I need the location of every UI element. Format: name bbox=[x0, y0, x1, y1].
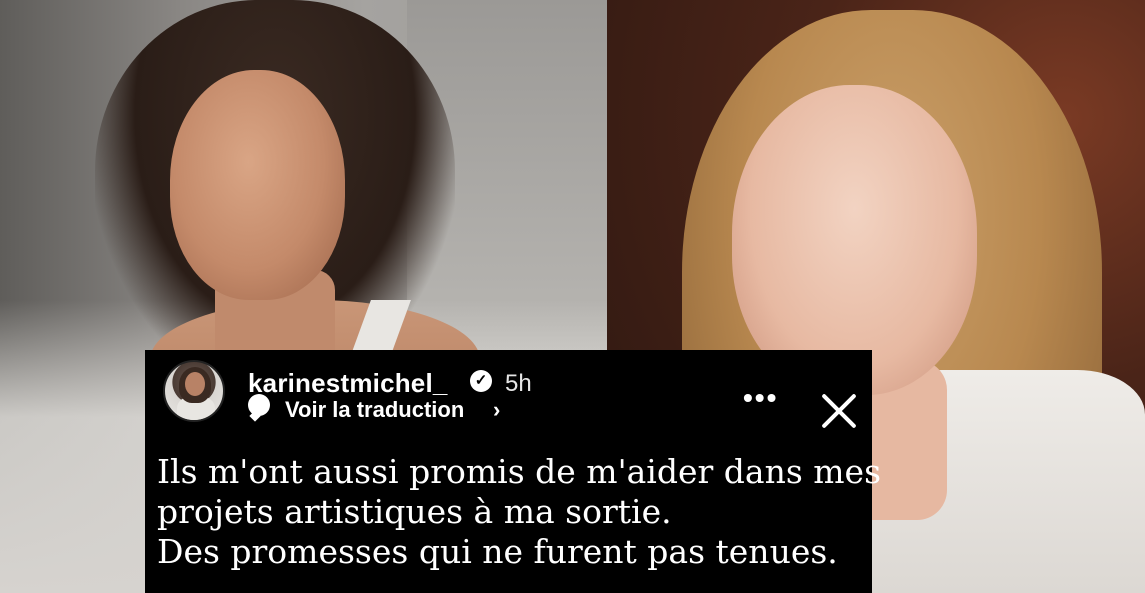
translate-bubble-icon[interactable] bbox=[248, 394, 270, 416]
translate-link[interactable]: Voir la traduction bbox=[285, 397, 464, 423]
more-options-button[interactable]: ••• bbox=[743, 382, 778, 414]
caption-line: Ils m'ont aussi promis de m'aider dans m… bbox=[157, 452, 882, 491]
caption-line: Des promesses qui ne furent pas tenues. bbox=[157, 532, 838, 571]
instagram-story-overlay: karinestmichel_ ✓ 5h Voir la traduction … bbox=[145, 350, 882, 593]
username-link[interactable]: karinestmichel_ bbox=[248, 368, 448, 399]
story-caption: Ils m'ont aussi promis de m'aider dans m… bbox=[157, 452, 882, 572]
post-time: 5h bbox=[505, 370, 532, 397]
verified-check-icon: ✓ bbox=[470, 370, 492, 392]
caption-line: projets artistiques à ma sortie. bbox=[157, 492, 672, 531]
face bbox=[732, 85, 977, 395]
close-icon[interactable] bbox=[818, 390, 860, 432]
chevron-right-icon[interactable]: › bbox=[493, 397, 500, 423]
avatar[interactable] bbox=[163, 360, 225, 422]
face bbox=[170, 70, 345, 300]
avatar-head bbox=[185, 372, 205, 396]
